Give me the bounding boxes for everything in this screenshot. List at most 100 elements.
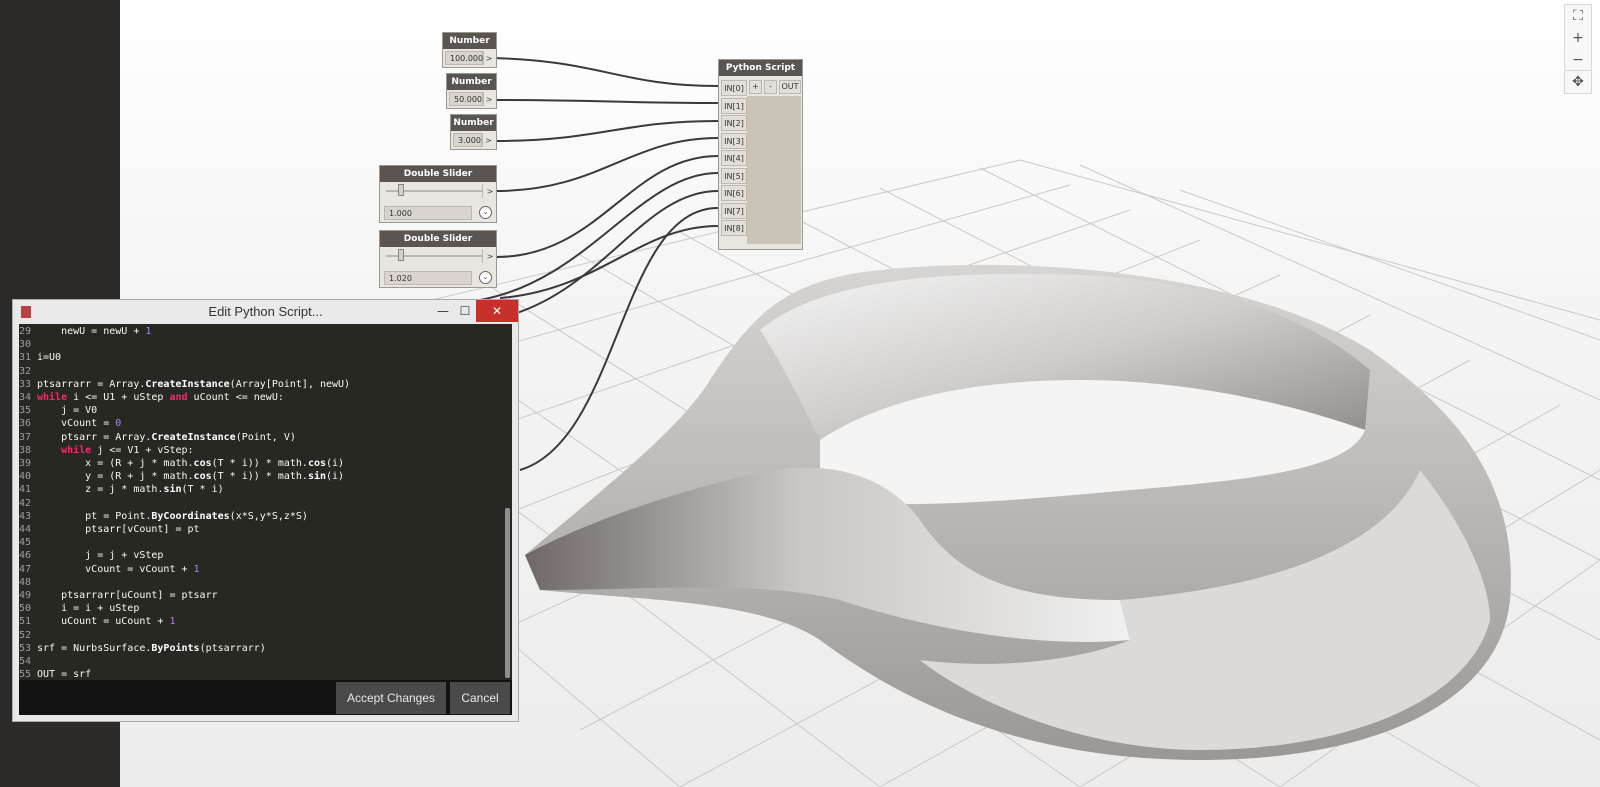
input-port[interactable]: IN[1] [721, 97, 747, 114]
expand-icon[interactable]: ⌄ [479, 271, 492, 284]
slider-thumb[interactable] [398, 184, 404, 196]
code-token: 1 [193, 563, 200, 575]
code-line: 44 ptsarr[vCount] = pt [19, 523, 200, 536]
code-token: vCount = [37, 418, 116, 430]
code-token: 1 [169, 616, 176, 628]
line-number: 43 [19, 510, 32, 522]
line-number: 54 [19, 656, 32, 667]
code-line: 31 i=U0 [19, 351, 61, 364]
input-port[interactable]: IN[3] [721, 132, 747, 149]
code-line: 42 [19, 497, 37, 510]
number-node[interactable]: Number 100.000 > [442, 32, 497, 68]
code-line: 36 vCount = 0 [19, 417, 121, 430]
code-token: 1 [145, 326, 152, 337]
code-token: (i) [326, 471, 345, 483]
double-slider-node[interactable]: Double Slider > 1.020 ⌄ [379, 230, 497, 288]
line-number: 46 [19, 550, 32, 562]
python-node-body [747, 96, 801, 244]
number-input[interactable]: 100.000 [445, 51, 483, 65]
line-number: 36 [19, 418, 32, 430]
python-script-node[interactable]: Python Script + - OUT IN[0] IN[1] IN[2] IN[… [718, 59, 803, 250]
code-token: (T * i) [181, 484, 224, 496]
vertical-scrollbar[interactable] [505, 508, 510, 678]
python-editor-window[interactable]: Edit Python Script... — ☐ ✕ 29 newU = ne… [12, 299, 519, 722]
output-port[interactable]: OUT [779, 80, 801, 94]
slider-thumb[interactable] [398, 249, 404, 261]
code-line: 52 [19, 629, 37, 642]
maximize-button[interactable]: ☐ [455, 300, 475, 322]
zoom-in-icon[interactable]: + [1565, 27, 1591, 49]
line-number: 34 [19, 392, 32, 403]
code-line: 47 vCount = vCount + 1 [19, 563, 200, 576]
code-token: ptsarr = Array. [37, 431, 152, 443]
expand-icon[interactable]: ⌄ [479, 206, 492, 219]
line-number: 37 [19, 431, 32, 443]
code-token: j = V0 [37, 405, 98, 417]
line-number: 51 [19, 616, 32, 628]
code-token: newU = newU + [37, 326, 146, 337]
code-line: 54 [19, 655, 37, 668]
output-port[interactable]: > [482, 133, 494, 147]
double-slider-node[interactable]: Double Slider > 1.000 ⌄ [379, 165, 497, 223]
number-node[interactable]: Number 50.000 > [446, 73, 497, 109]
input-port[interactable]: IN[8] [721, 220, 747, 236]
code-token: 0 [115, 418, 122, 430]
add-input-button[interactable]: + [749, 80, 762, 94]
number-node[interactable]: Number 3.000 > [450, 114, 497, 150]
line-number: 48 [19, 576, 32, 588]
accept-changes-button[interactable]: Accept Changes [336, 682, 446, 714]
code-editor[interactable]: 29 newU = newU + 1 30 31 i=U0 32 33 ptsarrarr … [19, 324, 512, 680]
code-line: 34 while i <= U1 + uStep and uCount <= ne… [19, 391, 284, 404]
code-token: OUT = srf [37, 669, 92, 680]
code-token: CreateInstance [151, 431, 236, 443]
output-port[interactable]: > [483, 51, 494, 65]
line-number: 38 [19, 444, 32, 456]
node-title: Double Slider [380, 166, 496, 182]
code-token: CreateInstance [145, 378, 230, 390]
code-token: srf = NurbsSurface. [37, 642, 152, 654]
pan-icon[interactable]: ✥ [1564, 70, 1592, 94]
code-token: sin [307, 471, 326, 483]
input-port[interactable]: IN[7] [721, 202, 747, 219]
input-port[interactable]: IN[5] [721, 167, 747, 184]
mobius-strip [525, 264, 1511, 760]
code-line: 35 j = V0 [19, 404, 97, 417]
cancel-button[interactable]: Cancel [450, 682, 510, 714]
code-token: (Point, V) [235, 431, 296, 443]
code-token: i = i + uStep [37, 603, 140, 615]
slider-value-field[interactable]: 1.020 [384, 271, 472, 285]
code-token: (Array[Point], newU) [229, 378, 351, 390]
input-port[interactable]: IN[6] [721, 185, 747, 201]
code-token: cos [193, 458, 212, 469]
number-input[interactable]: 3.000 [453, 133, 482, 147]
fit-view-icon[interactable]: ⛶ [1565, 5, 1591, 27]
output-port[interactable]: > [482, 184, 497, 198]
code-line: 30 [19, 338, 37, 351]
remove-input-button[interactable]: - [764, 80, 777, 94]
output-port[interactable]: > [483, 92, 494, 106]
line-number: 44 [19, 524, 32, 535]
input-port[interactable]: IN[4] [721, 150, 747, 166]
node-title: Python Script [719, 60, 802, 76]
code-token: while [37, 392, 68, 403]
code-token: uCount <= newU: [187, 392, 284, 403]
close-button[interactable]: ✕ [476, 300, 518, 322]
zoom-out-icon[interactable]: − [1565, 49, 1591, 71]
slider-value-field[interactable]: 1.000 [384, 206, 472, 220]
output-port[interactable]: > [482, 249, 497, 263]
minimize-button[interactable]: — [433, 300, 453, 322]
code-token: j <= V1 + vStep: [91, 444, 194, 456]
line-number: 33 [19, 378, 32, 390]
input-port-list: IN[0] IN[1] IN[2] IN[3] IN[4] IN[5] IN[6] IN[7]… [721, 80, 747, 238]
line-number: 40 [19, 471, 32, 483]
input-port[interactable]: IN[0] [721, 80, 747, 96]
window-titlebar[interactable]: Edit Python Script... — ☐ ✕ [13, 300, 518, 324]
code-token: z = j * math. [37, 484, 164, 496]
number-input[interactable]: 50.000 [449, 92, 483, 106]
code-line: 33 ptsarrarr = Array.CreateInstance(Array… [19, 378, 350, 391]
code-line: 43 pt = Point.ByCoordinates(x*S,y*S,z*S) [19, 510, 308, 523]
line-number: 55 [19, 669, 32, 680]
input-port[interactable]: IN[2] [721, 115, 747, 131]
node-title: Number [447, 74, 496, 90]
